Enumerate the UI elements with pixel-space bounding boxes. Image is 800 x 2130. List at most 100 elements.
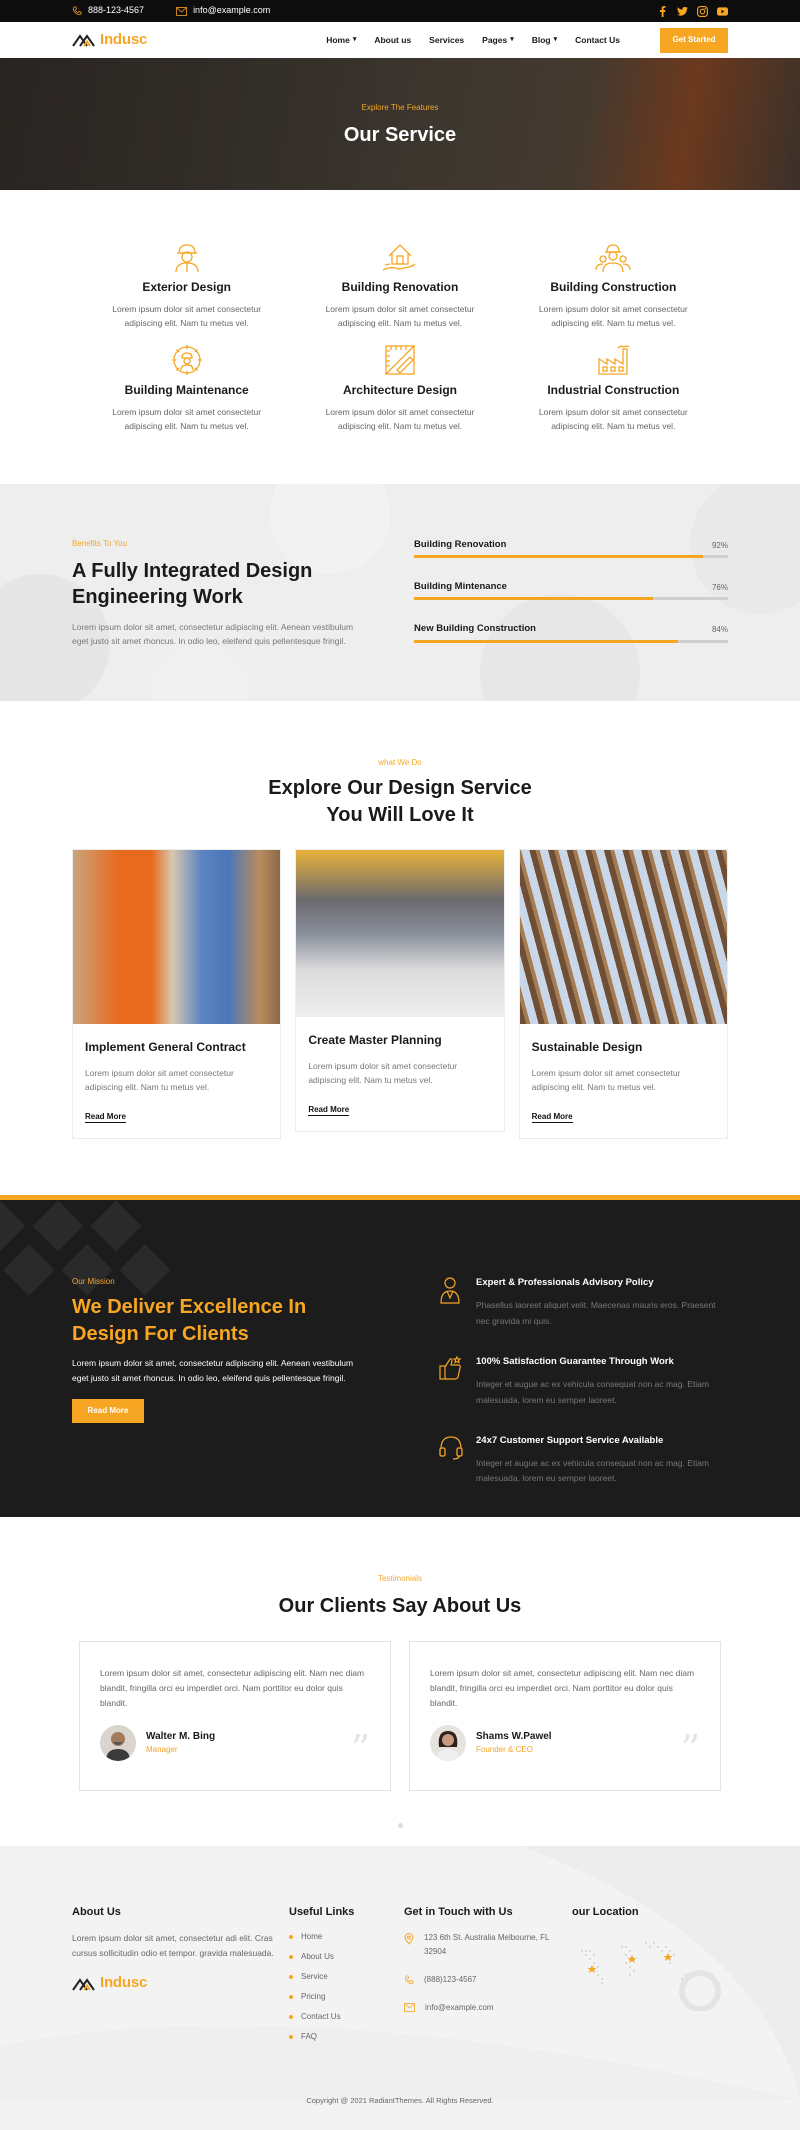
footer-link-label: Pricing bbox=[301, 1991, 326, 2001]
feature-text: Lorem ipsum dolor sit amet consectetur a… bbox=[538, 304, 688, 329]
youtube-icon[interactable] bbox=[717, 6, 728, 17]
avatar bbox=[100, 1724, 136, 1761]
footer-address: 123 6th St. Australia Melbourne, FL 3290… bbox=[404, 1931, 572, 1959]
mission-kicker: Our Mission bbox=[72, 1277, 115, 1287]
mail-icon bbox=[176, 6, 187, 16]
progress-track bbox=[414, 555, 728, 558]
footer-link-label: FAQ bbox=[301, 2031, 318, 2041]
logo-mark-icon bbox=[72, 1977, 95, 1991]
quote-icon: ” bbox=[680, 1727, 700, 1772]
progress-list: Building Renovation 92% Building Mintena… bbox=[414, 538, 728, 665]
nav-menu: Home ▾ About us Services Pages ▾ Blog ▾ Con… bbox=[326, 34, 620, 47]
read-more-link[interactable]: Read More bbox=[308, 1104, 350, 1116]
mission-text: Lorem ipsum dolor sit amet, consectetur … bbox=[72, 1358, 354, 1383]
footer-link-pricing[interactable]: Pricing bbox=[289, 1991, 404, 2003]
mission-item-title: Expert & Professionals Advisory Policy bbox=[476, 1277, 654, 1289]
mission-item-title: 24x7 Customer Support Service Available bbox=[476, 1434, 664, 1446]
feature-text: Lorem ipsum dolor sit amet consectetur a… bbox=[538, 406, 688, 432]
explore-section: what We Do Explore Our Design Service You… bbox=[0, 701, 800, 1195]
nav-item-label: Blog bbox=[531, 34, 551, 45]
footer-link-home[interactable]: Home bbox=[289, 1931, 404, 1943]
read-more-link[interactable]: Read More bbox=[85, 1111, 126, 1123]
card-image-workers-clipboard bbox=[73, 849, 281, 1024]
footer-about: About Us Lorem ipsum dolor sit amet, con… bbox=[72, 1904, 289, 2051]
progress-item: Building Mintenance 76% bbox=[414, 580, 728, 601]
features-section: Exterior Design Lorem ipsum dolor sit am… bbox=[0, 190, 800, 464]
nav-item-label: Pages bbox=[482, 34, 508, 45]
location-pin-icon bbox=[404, 1932, 414, 1945]
footer-link-service[interactable]: Service bbox=[289, 1971, 404, 1983]
progress-label: Building Mintenance bbox=[414, 581, 507, 592]
footer-contact-title: Get in Touch with Us bbox=[404, 1906, 513, 1919]
worker-icon bbox=[175, 244, 199, 273]
mission-item-text: Integer et augue ac ex vehicula consequa… bbox=[476, 1379, 709, 1405]
feature-item: Architecture Design Lorem ipsum dolor si… bbox=[293, 343, 506, 434]
testimonials-title: Our Clients Say About Us bbox=[278, 1595, 522, 1618]
progress-fill bbox=[414, 555, 703, 558]
progress-track bbox=[414, 639, 728, 643]
feature-title: Building Construction bbox=[550, 280, 677, 294]
top-email-text: info@example.com bbox=[193, 5, 271, 16]
nav-item-label: Services bbox=[429, 34, 465, 45]
social-links bbox=[657, 5, 728, 17]
card-image-blueprint-planning bbox=[296, 849, 504, 1017]
mission-section: Our Mission We Deliver Excellence In Des… bbox=[0, 1195, 800, 1518]
footer-about-text: Lorem ipsum dolor sit amet, consectetur … bbox=[72, 1932, 274, 1958]
benefits-title: A Fully Integrated Design Engineering Wo… bbox=[72, 559, 313, 608]
testimonial-card: Lorem ipsum dolor sit amet, consectetur … bbox=[409, 1641, 721, 1792]
feature-item: Industrial Construction Lorem ipsum dolo… bbox=[507, 343, 720, 434]
facebook-icon[interactable] bbox=[657, 5, 668, 17]
top-phone[interactable]: 888-123-4567 bbox=[72, 4, 144, 18]
feature-title: Building Renovation bbox=[341, 280, 459, 294]
footer-link-faq[interactable]: FAQ bbox=[289, 2031, 404, 2043]
footer-location-title: our Location bbox=[572, 1906, 639, 1919]
read-more-link[interactable]: Read More bbox=[531, 1111, 573, 1123]
nav-item-contact[interactable]: Contact Us bbox=[575, 34, 620, 47]
nav-item-services[interactable]: Services bbox=[429, 34, 464, 47]
feature-item: Building Renovation Lorem ipsum dolor si… bbox=[293, 240, 506, 331]
site-logo[interactable]: Indusc bbox=[72, 29, 147, 52]
mission-read-more-button[interactable]: Read More bbox=[72, 1399, 144, 1423]
mission-item: Expert & Professionals Advisory Policy Ph… bbox=[438, 1276, 728, 1329]
card-title: Sustainable Design bbox=[531, 1039, 643, 1054]
nav-item-label: Contact Us bbox=[575, 34, 620, 45]
carousel-dot[interactable] bbox=[397, 1823, 403, 1829]
footer-contact: Get in Touch with Us 123 6th St. Austral… bbox=[404, 1904, 572, 2051]
instagram-icon[interactable] bbox=[697, 5, 708, 17]
explore-kicker: what We Do bbox=[378, 757, 422, 767]
feature-title: Exterior Design bbox=[142, 280, 232, 294]
top-bar: 888-123-4567 info@example.com bbox=[0, 0, 800, 22]
twitter-icon[interactable] bbox=[677, 6, 688, 17]
top-email[interactable]: info@example.com bbox=[176, 4, 270, 18]
bullet-icon bbox=[289, 2014, 293, 2019]
testimonials-section: Testimonials Our Clients Say About Us Lo… bbox=[0, 1517, 800, 1846]
footer-email[interactable]: info@example.com bbox=[404, 2001, 572, 2015]
house-hand-icon bbox=[382, 244, 416, 271]
headset-icon bbox=[439, 1436, 463, 1460]
service-card[interactable]: Implement General Contract Lorem ipsum d… bbox=[72, 848, 282, 1140]
service-card[interactable]: Create Master Planning Lorem ipsum dolor… bbox=[295, 848, 505, 1133]
feature-title: Architecture Design bbox=[342, 382, 457, 397]
factory-icon bbox=[598, 345, 630, 375]
footer-link-about[interactable]: About Us bbox=[289, 1951, 404, 1963]
footer-link-contact[interactable]: Contact Us bbox=[289, 2011, 404, 2023]
testimonial-role: Founder & CEO bbox=[476, 1745, 533, 1755]
nav-item-home[interactable]: Home ▾ bbox=[326, 34, 356, 47]
card-title: Implement General Contract bbox=[85, 1039, 246, 1054]
nav-item-about[interactable]: About us bbox=[374, 34, 411, 47]
progress-item: Building Renovation 92% bbox=[414, 538, 728, 558]
testimonial-card: Lorem ipsum dolor sit amet, consectetur … bbox=[79, 1641, 391, 1792]
service-card[interactable]: Sustainable Design Lorem ipsum dolor sit… bbox=[518, 848, 728, 1140]
thumbs-up-icon bbox=[439, 1355, 462, 1380]
explore-title-line2: You Will Love It bbox=[326, 803, 474, 826]
get-started-button[interactable]: Get Started bbox=[660, 27, 728, 53]
footer-link-label: Service bbox=[301, 1971, 328, 1981]
benefits-kicker: Benefits To You bbox=[72, 538, 128, 548]
footer-logo[interactable]: Indusc bbox=[72, 1972, 289, 1995]
decor-diamond bbox=[0, 1200, 26, 1252]
nav-item-blog[interactable]: Blog ▾ bbox=[532, 34, 557, 47]
page-hero: Explore The Features Our Service bbox=[0, 58, 800, 190]
feature-item: Building Construction Lorem ipsum dolor … bbox=[507, 240, 720, 331]
nav-item-pages[interactable]: Pages ▾ bbox=[482, 34, 514, 47]
footer-phone[interactable]: (888)123-4567 bbox=[404, 1973, 572, 1987]
